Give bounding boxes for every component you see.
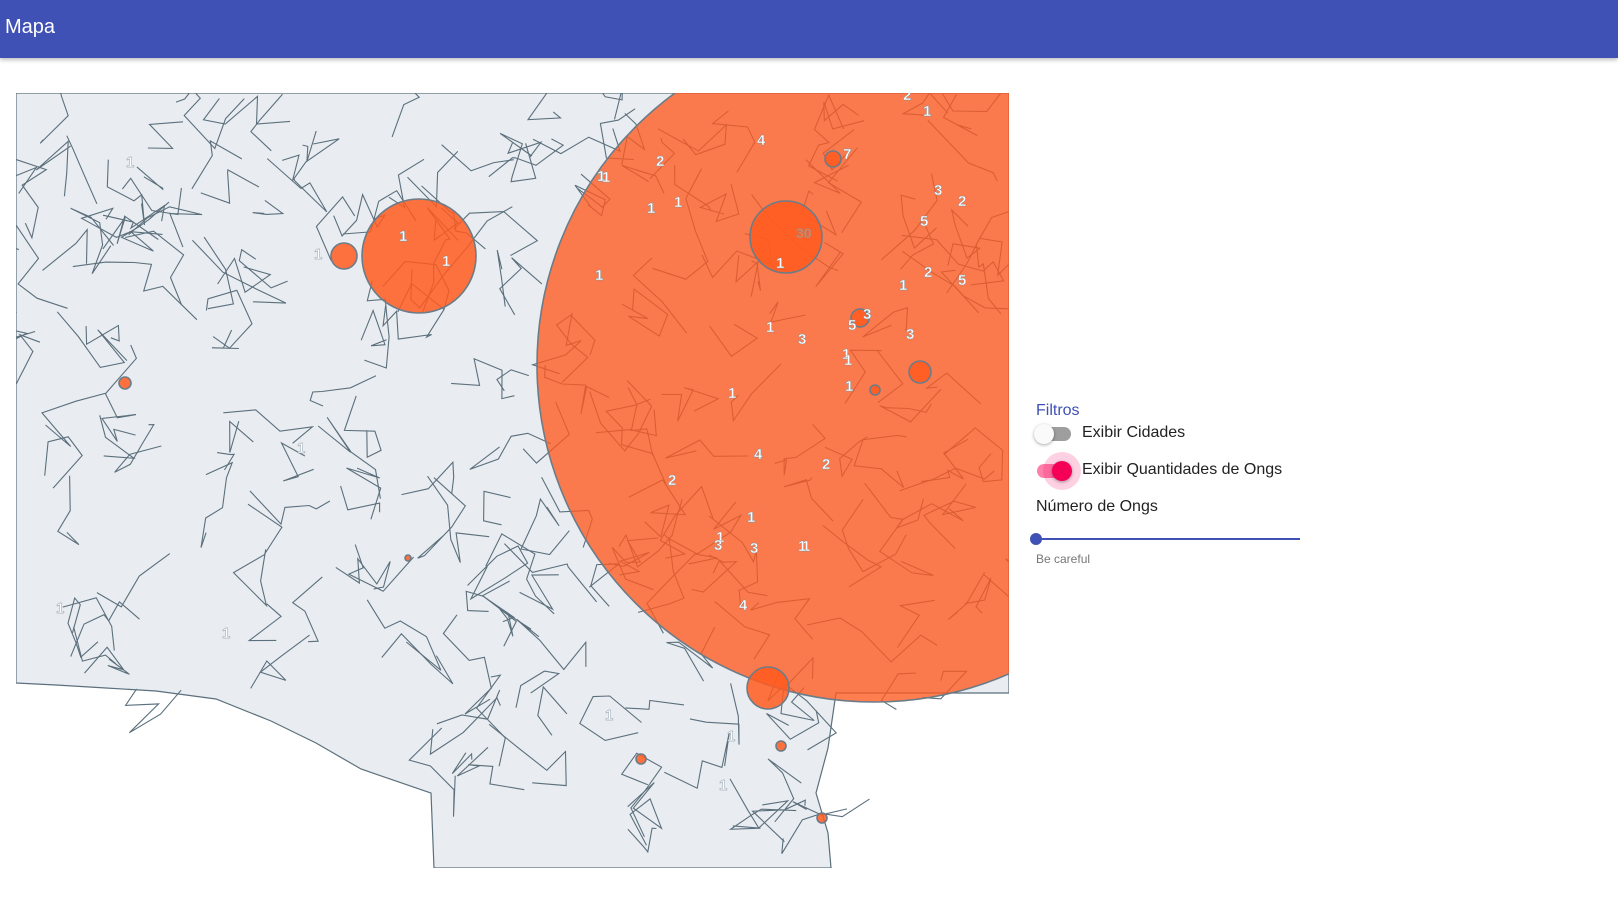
ong-count-label: 1 [747, 509, 755, 526]
ong-count-label: 3 [714, 537, 722, 554]
ong-count-label: 3 [798, 331, 806, 348]
slider-rail[interactable] [1036, 538, 1300, 540]
ong-count-label: 2 [656, 153, 664, 170]
ong-count-label: 1 [297, 440, 305, 457]
ong-count-label: 3 [934, 182, 942, 199]
switch-thumb[interactable] [1034, 424, 1054, 444]
ong-count-label: 1 [674, 194, 682, 211]
ong-count-bubble[interactable] [361, 198, 477, 314]
ong-count-bubble[interactable] [404, 554, 412, 562]
ong-count-label: 1 [126, 154, 134, 171]
ong-count-label: 1 [798, 538, 806, 555]
ong-count-label: 5 [920, 213, 928, 230]
ong-count-bubble[interactable] [908, 360, 932, 384]
ong-count-bubble[interactable] [869, 384, 881, 396]
ong-count-label: 1 [647, 200, 655, 217]
ong-count-label: 3 [750, 540, 758, 557]
ong-count-label: 1 [605, 707, 613, 724]
ong-count-bubble[interactable] [330, 242, 358, 270]
municipality-boundary [124, 688, 182, 734]
ong-count-label: 1 [766, 319, 774, 336]
map-canvas[interactable]: 1111111111111111111111111112222223333334… [16, 93, 1009, 868]
ong-count-label: 30 [796, 225, 812, 241]
ong-count-label: 1 [727, 728, 735, 745]
ong-count-label: 1 [923, 103, 931, 120]
ong-count-label: 1 [728, 385, 736, 402]
filters-panel: Filtros Exibir Cidades Exibir Quantidade… [1030, 400, 1326, 566]
ong-count-label: 5 [958, 272, 966, 289]
ong-count-label: 2 [903, 93, 911, 104]
ong-count-bubble[interactable] [816, 812, 828, 824]
app-title: Mapa [5, 16, 56, 38]
ong-count-bubble[interactable] [635, 753, 647, 765]
ong-count-label: 1 [844, 352, 852, 369]
ong-count-label: 1 [314, 246, 322, 263]
ong-count-label: 1 [595, 267, 603, 284]
ong-count-label: 1 [845, 378, 853, 395]
ong-count-bubble[interactable] [746, 666, 790, 710]
ong-count-label: 1 [899, 277, 907, 294]
toggle-show-cities[interactable]: Exibir Cidades [1034, 422, 1326, 459]
slider-thumb[interactable] [1030, 533, 1042, 545]
app-bar: Mapa [0, 0, 1618, 58]
ong-count-slider[interactable] [1030, 526, 1300, 556]
ong-count-label: 2 [958, 193, 966, 210]
ong-count-label: 4 [739, 597, 748, 614]
ong-count-label: 4 [754, 446, 763, 463]
ong-count-label: 1 [776, 255, 784, 272]
ong-count-label: 3 [863, 306, 871, 323]
ong-count-label: 1 [602, 169, 610, 186]
ong-count-label: 7 [843, 146, 851, 163]
ong-count-label: 1 [56, 600, 64, 617]
ong-count-bubble[interactable] [824, 150, 842, 168]
toggle-show-ong-counts[interactable]: Exibir Quantidades de Ongs [1036, 452, 1326, 496]
filters-heading: Filtros [1036, 402, 1080, 419]
ong-count-label: 1 [399, 228, 407, 245]
toggle-show-ong-counts-label: Exibir Quantidades de Ongs [1082, 461, 1283, 478]
ong-count-label: 3 [906, 326, 914, 343]
ong-count-label: 2 [668, 472, 676, 489]
ong-count-label: 1 [222, 625, 230, 642]
ong-count-slider-label: Número de Ongs [1036, 498, 1158, 515]
ong-count-label: 5 [848, 317, 856, 334]
ong-count-label: 2 [822, 456, 830, 473]
ong-count-label: 1 [719, 777, 727, 794]
ong-count-label: 1 [442, 253, 450, 270]
toggle-show-cities-label: Exibir Cidades [1082, 424, 1186, 441]
ong-count-bubble[interactable] [775, 740, 787, 752]
ong-count-label: 2 [924, 264, 932, 281]
ong-count-label: 4 [757, 132, 766, 149]
switch-thumb[interactable] [1052, 461, 1072, 481]
ong-count-bubble[interactable] [118, 376, 132, 390]
